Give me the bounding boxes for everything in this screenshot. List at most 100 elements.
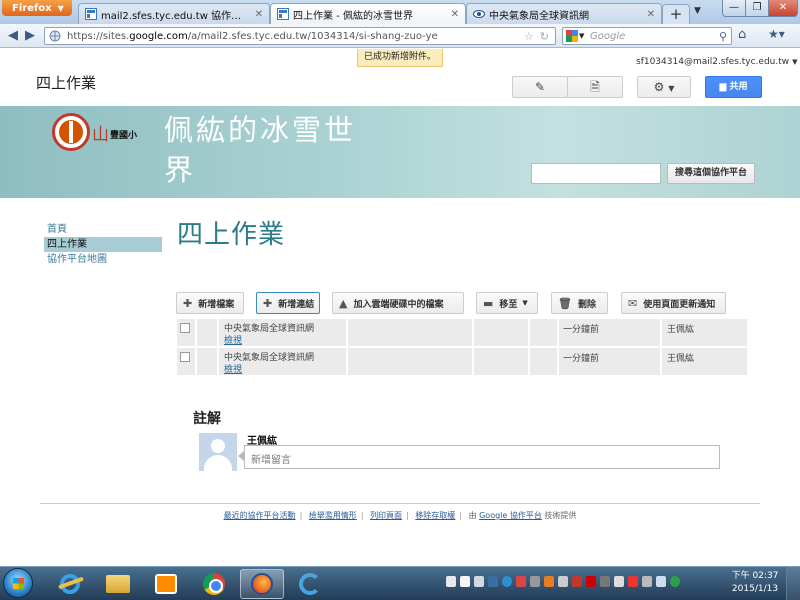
maximize-window-button[interactable]: ❐	[745, 0, 769, 17]
bookmarks-menu-icon[interactable]: ★▾	[768, 27, 785, 41]
new-tab-button[interactable]: +	[662, 4, 690, 24]
file-user: 王佩紘	[667, 325, 695, 335]
url-prefix: https://sites.	[67, 30, 130, 42]
school-logo[interactable]: 山 豐國小	[52, 112, 162, 152]
school-emblem-icon	[52, 113, 90, 151]
envelope-icon: ✉	[628, 296, 638, 310]
tray-app-icon[interactable]	[474, 576, 484, 587]
reload-icon[interactable]: ↻	[540, 30, 549, 43]
delete-button[interactable]: 🗑 刪除	[551, 292, 608, 314]
site-search-input[interactable]	[531, 163, 661, 184]
sidebar-item-home[interactable]: 首頁	[44, 222, 162, 237]
chrome-icon	[203, 573, 225, 595]
row-checkbox[interactable]	[180, 352, 190, 362]
bookmark-star-icon[interactable]: ☆	[524, 30, 534, 43]
print-page-link[interactable]: 列印頁面	[370, 511, 402, 520]
row-cell	[348, 319, 474, 346]
firefox-taskbar-button[interactable]	[240, 569, 284, 599]
attachment-row: 中央氣象局全球資訊網 檢視 一分鐘前 王佩紘	[177, 348, 747, 375]
add-file-button[interactable]: ✚ 新增檔案	[176, 292, 244, 314]
site-title[interactable]: 佩紘的冰雪世界	[164, 110, 384, 190]
add-link-label: 新增連結	[278, 299, 315, 310]
clock-time: 下午 02:37	[731, 571, 779, 581]
url-bar[interactable]: https://sites.google.com/a/mail2.sfes.ty…	[44, 27, 556, 45]
close-icon[interactable]: ✕	[255, 9, 263, 20]
tab-label: 中央氣象局全球資訊網	[489, 10, 589, 22]
row-cell	[530, 319, 559, 346]
flag-icon[interactable]	[600, 576, 610, 587]
row-cell	[474, 348, 530, 375]
recent-activity-link[interactable]: 最近的協作平台活動	[224, 511, 296, 520]
acrobat-icon[interactable]	[572, 576, 582, 587]
start-button[interactable]	[3, 568, 33, 598]
view-link[interactable]: 檢視	[224, 362, 242, 375]
network-icon[interactable]	[642, 576, 652, 587]
globe-icon	[49, 30, 61, 42]
tray-app-icon[interactable]	[446, 576, 456, 587]
site-banner: 山 豐國小 佩紘的冰雪世界 搜尋這個協作平台	[0, 106, 800, 198]
tab-list-icon[interactable]: ▼	[694, 6, 701, 16]
remove-access-link[interactable]: 移除存取權	[415, 511, 455, 520]
view-link[interactable]: 檢視	[224, 333, 242, 346]
file-explorer-taskbar-button[interactable]	[96, 569, 140, 599]
tray-app-icon[interactable]	[558, 576, 568, 587]
close-icon[interactable]: ✕	[647, 9, 655, 20]
close-icon[interactable]: ✕	[451, 9, 459, 20]
search-input[interactable]: Google	[586, 31, 719, 42]
tray-app-icon[interactable]	[586, 576, 596, 587]
tray-app-icon[interactable]	[544, 576, 554, 587]
home-icon[interactable]: ⌂	[738, 27, 746, 42]
back-arrow-icon[interactable]: ◀	[4, 27, 22, 45]
google-engine-icon[interactable]: ▼	[566, 30, 586, 42]
tray-app-icon[interactable]	[614, 576, 624, 587]
show-desktop-button[interactable]	[786, 567, 800, 600]
notification-banner: 已成功新增附件。	[357, 49, 443, 67]
browser-tab[interactable]: mail2.sfes.tyc.edu.tw 協作平台 - Go... ✕	[78, 3, 270, 24]
report-abuse-link[interactable]: 檢舉濫用情形	[309, 511, 357, 520]
tray-app-icon[interactable]	[530, 576, 540, 587]
chevron-down-icon: ▼	[57, 3, 64, 13]
firefox-menu-button[interactable]: Firefox ▼	[2, 0, 72, 16]
minimize-window-button[interactable]: —	[722, 0, 746, 17]
check-icon[interactable]	[670, 576, 680, 587]
close-window-button[interactable]: ✕	[768, 0, 798, 17]
add-from-drive-button[interactable]: ▲ 加入雲端硬碟中的檔案	[332, 292, 464, 314]
sidebar-item-sitemap[interactable]: 協作平台地圖	[44, 252, 162, 267]
page-update-notify-button[interactable]: ✉ 使用頁面更新通知	[621, 292, 726, 314]
forward-arrow-icon[interactable]: ▶	[22, 27, 38, 45]
browser-tab[interactable]: 中央氣象局全球資訊網 ✕	[466, 3, 662, 24]
tray-app-icon[interactable]	[628, 576, 638, 587]
share-button[interactable]: ▆ 共用	[705, 76, 762, 98]
tray-app-icon[interactable]	[516, 576, 526, 587]
new-page-button[interactable]: 🗎	[567, 76, 623, 98]
keyboard-icon[interactable]	[488, 576, 498, 587]
site-search-button[interactable]: 搜尋這個協作平台	[667, 163, 755, 184]
more-actions-button[interactable]: ⚙ ▼	[637, 76, 691, 98]
volume-icon[interactable]	[656, 576, 666, 587]
sync-app-taskbar-button[interactable]	[288, 569, 332, 599]
attachment-row: 中央氣象局全球資訊網 檢視 一分鐘前 王佩紘	[177, 319, 747, 346]
chrome-taskbar-button[interactable]	[192, 569, 236, 599]
tray-app-icon[interactable]	[460, 576, 470, 587]
comment-input[interactable]: 新增留言	[244, 445, 720, 469]
internet-explorer-taskbar-button[interactable]	[48, 569, 92, 599]
folder-icon: ▬	[483, 296, 494, 310]
user-email: sf1034314@mail2.sfes.tyc.edu.tw	[636, 57, 790, 67]
browser-tab-active[interactable]: 四上作業 - 佩紘的冰雪世界 ✕	[270, 3, 466, 24]
row-checkbox[interactable]	[180, 323, 190, 333]
google-sites-link[interactable]: Google 協作平台	[479, 511, 542, 520]
search-icon[interactable]: ⚲	[719, 30, 727, 43]
add-link-button[interactable]: ✚ 新增連結	[256, 292, 320, 314]
help-icon[interactable]	[502, 576, 512, 587]
drive-icon: ▲	[339, 296, 348, 310]
page-title: 四上作業	[177, 220, 286, 250]
media-player-taskbar-button[interactable]	[144, 569, 188, 599]
add-from-drive-label: 加入雲端硬碟中的檔案	[353, 299, 444, 310]
system-clock[interactable]: 下午 02:37 2015/1/13	[730, 570, 780, 596]
edit-page-button[interactable]: ✎	[512, 76, 568, 98]
sidebar-item-homework[interactable]: 四上作業	[44, 237, 162, 252]
move-to-button[interactable]: ▬ 移至 ▼	[476, 292, 538, 314]
move-to-label: 移至	[499, 299, 518, 310]
search-bar[interactable]: ▼ Google ⚲	[562, 27, 732, 45]
user-account-menu[interactable]: sf1034314@mail2.sfes.tyc.edu.tw ▼	[636, 57, 798, 67]
